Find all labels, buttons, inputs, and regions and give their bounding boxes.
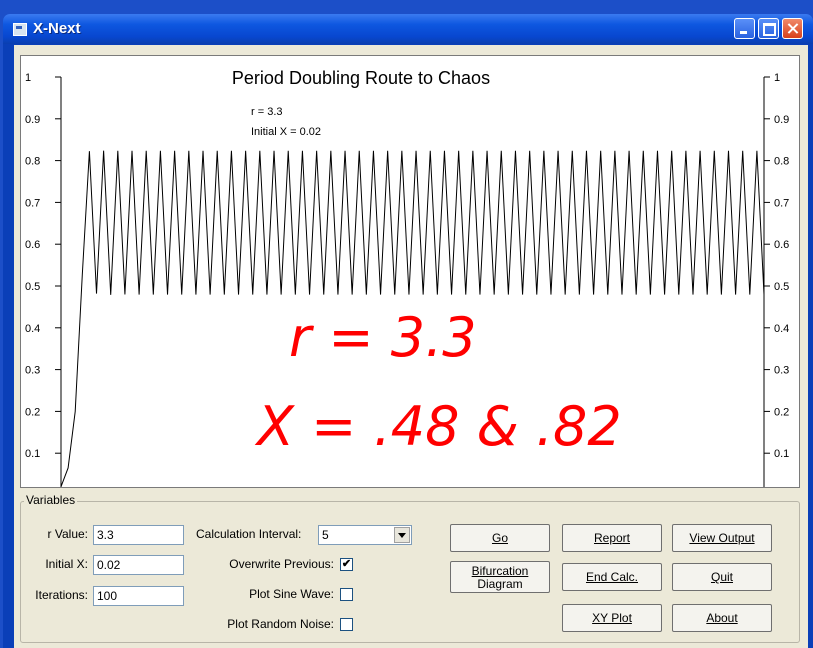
sine-wave-checkbox[interactable] <box>340 588 353 601</box>
plot-area: 1 0.9 0.8 0.7 0.6 0.5 0.4 0.3 0.2 0.1 1 0.9 0.8 0.7 0… <box>20 55 800 488</box>
y-tick-label-right: 0.5 <box>774 281 789 293</box>
y-tick-label-right: 0.3 <box>774 365 789 377</box>
chart-svg: 1 0.9 0.8 0.7 0.6 0.5 0.4 0.3 0.2 0.1 1 0.9 0.8 0.7 0… <box>25 68 789 487</box>
go-button[interactable]: Go <box>450 524 550 552</box>
y-tick-label-right: 0.7 <box>774 197 789 209</box>
calc-interval-select[interactable]: 5 <box>318 525 412 545</box>
y-tick-label-left: 0.4 <box>25 323 40 335</box>
bifurcation-diagram-button[interactable]: Bifurcation Diagram <box>450 561 550 593</box>
annotation-r: r = 3.3 <box>251 106 283 118</box>
bifurcation-line1: Bifurcation <box>471 563 529 578</box>
overwrite-label: Overwrite Previous: <box>229 557 334 571</box>
y-tick-label-left: 0.2 <box>25 406 40 418</box>
y-tick-label-right: 0.2 <box>774 406 789 418</box>
y-axis-left: 1 0.9 0.8 0.7 0.6 0.5 0.4 0.3 0.2 0.1 <box>25 72 62 487</box>
overwrite-checkbox[interactable]: ✔ <box>340 558 353 571</box>
r-value-input[interactable] <box>93 525 184 545</box>
y-tick-label-right: 1 <box>774 72 780 84</box>
y-tick-label-left: 0.5 <box>25 281 40 293</box>
client-area: 1 0.9 0.8 0.7 0.6 0.5 0.4 0.3 0.2 0.1 1 0.9 0.8 0.7 0… <box>14 45 808 648</box>
bifurcation-line2: Diagram <box>477 576 523 591</box>
maximize-button[interactable] <box>758 18 779 39</box>
variables-group-label: Variables <box>24 493 78 507</box>
y-tick-label-right: 0.6 <box>774 239 789 251</box>
annotation-initial-x: Initial X = 0.02 <box>251 126 321 138</box>
minimize-button[interactable] <box>734 18 755 39</box>
report-button[interactable]: Report <box>562 524 662 552</box>
about-button[interactable]: About <box>672 604 772 632</box>
iterations-label: Iterations: <box>35 588 88 602</box>
y-tick-label-left: 0.9 <box>25 114 40 126</box>
y-tick-label-left: 0.8 <box>25 156 40 168</box>
y-axis-right: 1 0.9 0.8 0.7 0.6 0.5 0.4 0.3 0.2 0.1 <box>763 72 789 487</box>
xy-plot-button[interactable]: XY Plot <box>562 604 662 632</box>
title-bar[interactable]: X-Next <box>3 14 813 44</box>
y-tick-label-right: 0.9 <box>774 114 789 126</box>
overlay-r-text: r = 3.3 <box>289 306 477 369</box>
calc-interval-label: Calculation Interval: <box>196 527 302 541</box>
view-output-button[interactable]: View Output <box>672 524 772 552</box>
random-noise-checkbox[interactable] <box>340 618 353 631</box>
y-tick-label-right: 0.4 <box>774 323 789 335</box>
initial-x-label: Initial X: <box>45 557 88 571</box>
chart-title: Period Doubling Route to Chaos <box>232 68 490 88</box>
chevron-down-icon[interactable] <box>394 527 410 543</box>
y-tick-label-right: 0.8 <box>774 156 789 168</box>
overlay-x-text: X = .48 & .82 <box>254 395 622 458</box>
initial-x-input[interactable] <box>93 555 184 575</box>
close-button[interactable] <box>782 18 803 39</box>
app-icon <box>13 23 27 36</box>
y-tick-label-right: 0.1 <box>774 448 789 460</box>
calc-interval-value: 5 <box>322 528 329 542</box>
app-window: X-Next 1 0.9 0.8 0.7 0.6 0.5 0.4 0.3 0.2 0.1 1 0.9… <box>3 14 813 648</box>
y-tick-label-left: 0.1 <box>25 448 40 460</box>
window-title: X-Next <box>33 20 81 37</box>
r-value-label: r Value: <box>47 527 88 541</box>
y-tick-label-left: 0.7 <box>25 197 40 209</box>
y-tick-label-left: 1 <box>25 72 31 84</box>
y-tick-label-left: 0.3 <box>25 365 40 377</box>
quit-button[interactable]: Quit <box>672 563 772 591</box>
sine-wave-label: Plot Sine Wave: <box>249 587 334 601</box>
random-noise-label: Plot Random Noise: <box>227 617 334 631</box>
y-tick-label-left: 0.6 <box>25 239 40 251</box>
iterations-input[interactable] <box>93 586 184 606</box>
end-calc-button[interactable]: End Calc. <box>562 563 662 591</box>
